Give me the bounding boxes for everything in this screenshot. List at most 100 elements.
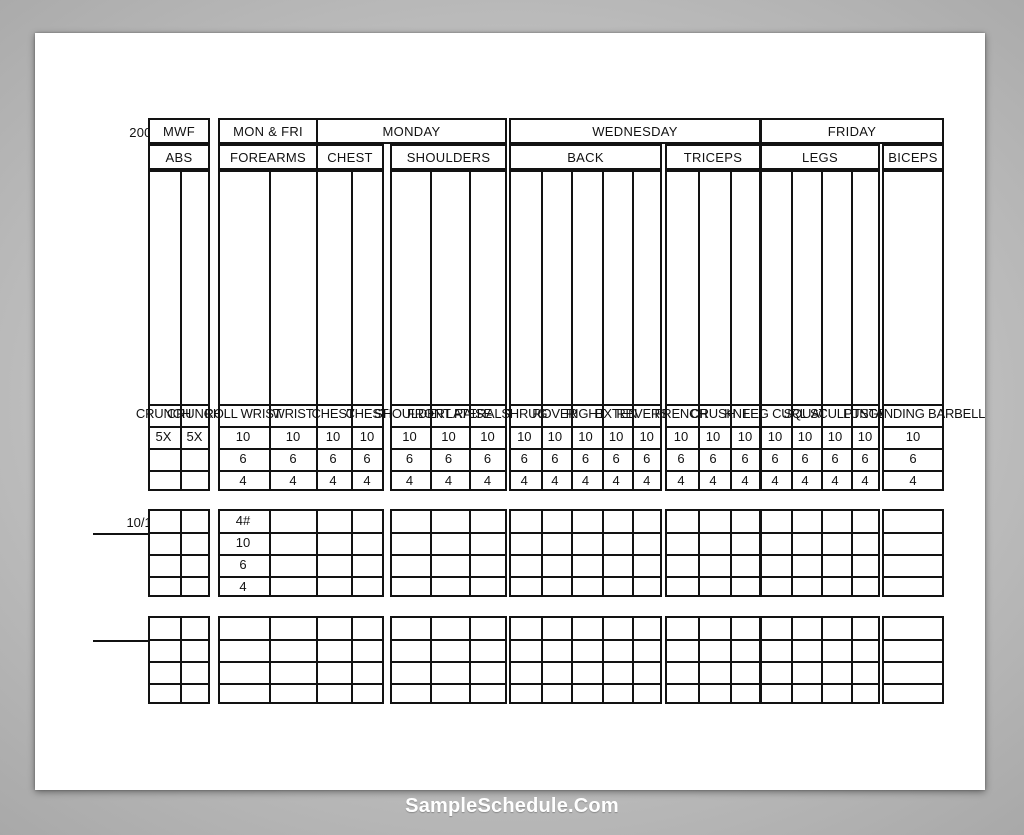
log-cell-1-back-r0-c4[interactable]	[631, 616, 662, 638]
rep-cell-shoulders-r0-c1[interactable]: 10	[429, 425, 468, 447]
rep-cell-back-r0-c2[interactable]: 10	[570, 425, 601, 447]
log-cell-0-chest-r3-c0[interactable]	[316, 575, 350, 597]
log-cell-0-shoulders-r0-c1[interactable]	[429, 509, 468, 531]
log-cell-0-back-r1-c3[interactable]	[601, 531, 632, 553]
rep-cell-back-r2-c2[interactable]: 4	[570, 469, 601, 491]
log-cell-0-shoulders-r1-c0[interactable]	[390, 531, 429, 553]
log-cell-1-forearms-r0-c0[interactable]	[218, 616, 268, 638]
log-cell-1-back-r3-c2[interactable]	[570, 682, 601, 704]
log-cell-1-shoulders-r1-c1[interactable]	[429, 638, 468, 660]
rep-cell-legs-r0-c1[interactable]: 10	[790, 425, 820, 447]
rep-cell-shoulders-r2-c1[interactable]: 4	[429, 469, 468, 491]
rep-cell-legs-r0-c3[interactable]: 10	[850, 425, 880, 447]
log-cell-0-back-r1-c2[interactable]	[570, 531, 601, 553]
log-cell-0-legs-r2-c3[interactable]	[850, 553, 880, 575]
rep-cell-biceps-r1-c0[interactable]: 6	[882, 447, 944, 469]
log-cell-0-back-r2-c1[interactable]	[540, 553, 571, 575]
log-cell-0-legs-r3-c1[interactable]	[790, 575, 820, 597]
log-cell-1-abs-r1-c0[interactable]	[148, 638, 179, 660]
log-cell-1-back-r0-c2[interactable]	[570, 616, 601, 638]
log-cell-0-shoulders-r2-c0[interactable]	[390, 553, 429, 575]
log-cell-1-chest-r1-c0[interactable]	[316, 638, 350, 660]
log-cell-0-forearms-r3-c0[interactable]: 4	[218, 575, 268, 597]
log-cell-1-legs-r3-c3[interactable]	[850, 682, 880, 704]
log-cell-0-shoulders-r0-c0[interactable]	[390, 509, 429, 531]
log-cell-0-triceps-r3-c1[interactable]	[697, 575, 729, 597]
log-cell-1-legs-r1-c3[interactable]	[850, 638, 880, 660]
log-cell-1-legs-r3-c2[interactable]	[820, 682, 850, 704]
rep-cell-back-r0-c1[interactable]: 10	[540, 425, 571, 447]
log-cell-0-forearms-r3-c1[interactable]	[268, 575, 318, 597]
log-cell-1-forearms-r3-c1[interactable]	[268, 682, 318, 704]
log-cell-1-shoulders-r2-c2[interactable]	[468, 660, 507, 682]
rep-cell-back-r1-c1[interactable]: 6	[540, 447, 571, 469]
rep-cell-chest-r1-c0[interactable]: 6	[316, 447, 350, 469]
log-cell-0-forearms-r2-c0[interactable]: 6	[218, 553, 268, 575]
rep-cell-triceps-r1-c1[interactable]: 6	[697, 447, 729, 469]
rep-cell-back-r0-c4[interactable]: 10	[631, 425, 662, 447]
rep-cell-triceps-r2-c1[interactable]: 4	[697, 469, 729, 491]
log-cell-1-back-r3-c0[interactable]	[509, 682, 540, 704]
rep-cell-forearms-r0-c0[interactable]: 10	[218, 425, 268, 447]
log-cell-0-triceps-r0-c0[interactable]	[665, 509, 697, 531]
log-cell-0-back-r0-c2[interactable]	[570, 509, 601, 531]
rep-cell-biceps-r2-c0[interactable]: 4	[882, 469, 944, 491]
rep-cell-legs-r1-c2[interactable]: 6	[820, 447, 850, 469]
log-cell-0-back-r0-c1[interactable]	[540, 509, 571, 531]
log-cell-0-back-r3-c1[interactable]	[540, 575, 571, 597]
log-cell-0-forearms-r2-c1[interactable]	[268, 553, 318, 575]
log-cell-1-legs-r1-c0[interactable]	[760, 638, 790, 660]
log-cell-1-chest-r0-c1[interactable]	[350, 616, 384, 638]
log-cell-1-forearms-r2-c1[interactable]	[268, 660, 318, 682]
log-cell-0-legs-r1-c3[interactable]	[850, 531, 880, 553]
rep-cell-back-r2-c4[interactable]: 4	[631, 469, 662, 491]
log-cell-1-legs-r3-c0[interactable]	[760, 682, 790, 704]
log-cell-1-forearms-r3-c0[interactable]	[218, 682, 268, 704]
log-cell-1-chest-r1-c1[interactable]	[350, 638, 384, 660]
rep-cell-forearms-r1-c1[interactable]: 6	[268, 447, 318, 469]
log-cell-0-triceps-r3-c2[interactable]	[729, 575, 761, 597]
log-cell-0-back-r0-c3[interactable]	[601, 509, 632, 531]
log-cell-0-back-r2-c4[interactable]	[631, 553, 662, 575]
rep-cell-triceps-r1-c2[interactable]: 6	[729, 447, 761, 469]
rep-cell-back-r2-c3[interactable]: 4	[601, 469, 632, 491]
rep-cell-abs-r0-c0[interactable]: 5X	[148, 425, 179, 447]
log-cell-0-legs-r0-c1[interactable]	[790, 509, 820, 531]
log-cell-0-triceps-r1-c2[interactable]	[729, 531, 761, 553]
rep-cell-back-r0-c3[interactable]: 10	[601, 425, 632, 447]
rep-cell-triceps-r0-c1[interactable]: 10	[697, 425, 729, 447]
rep-cell-legs-r0-c0[interactable]: 10	[760, 425, 790, 447]
log-cell-1-shoulders-r3-c2[interactable]	[468, 682, 507, 704]
log-cell-1-legs-r2-c2[interactable]	[820, 660, 850, 682]
rep-cell-shoulders-r2-c0[interactable]: 4	[390, 469, 429, 491]
rep-cell-back-r1-c0[interactable]: 6	[509, 447, 540, 469]
log-cell-1-triceps-r2-c1[interactable]	[697, 660, 729, 682]
log-cell-1-back-r2-c0[interactable]	[509, 660, 540, 682]
log-cell-1-shoulders-r0-c2[interactable]	[468, 616, 507, 638]
log-cell-1-abs-r0-c1[interactable]	[179, 616, 210, 638]
rep-cell-legs-r2-c0[interactable]: 4	[760, 469, 790, 491]
log-cell-1-abs-r0-c0[interactable]	[148, 616, 179, 638]
log-cell-0-abs-r0-c0[interactable]	[148, 509, 179, 531]
rep-cell-abs-r1-c1[interactable]	[179, 447, 210, 469]
log-cell-0-back-r1-c0[interactable]	[509, 531, 540, 553]
log-cell-1-legs-r1-c1[interactable]	[790, 638, 820, 660]
log-cell-1-legs-r2-c3[interactable]	[850, 660, 880, 682]
log-cell-1-abs-r3-c0[interactable]	[148, 682, 179, 704]
rep-cell-abs-r2-c0[interactable]	[148, 469, 179, 491]
log-cell-0-forearms-r1-c0[interactable]: 10	[218, 531, 268, 553]
log-cell-1-triceps-r1-c0[interactable]	[665, 638, 697, 660]
log-cell-1-chest-r2-c1[interactable]	[350, 660, 384, 682]
rep-cell-chest-r0-c0[interactable]: 10	[316, 425, 350, 447]
rep-cell-forearms-r1-c0[interactable]: 6	[218, 447, 268, 469]
log-cell-1-back-r2-c3[interactable]	[601, 660, 632, 682]
log-cell-0-legs-r0-c0[interactable]	[760, 509, 790, 531]
rep-cell-triceps-r0-c2[interactable]: 10	[729, 425, 761, 447]
log-cell-1-chest-r0-c0[interactable]	[316, 616, 350, 638]
log-cell-1-abs-r1-c1[interactable]	[179, 638, 210, 660]
log-cell-1-triceps-r1-c1[interactable]	[697, 638, 729, 660]
log-cell-0-chest-r1-c1[interactable]	[350, 531, 384, 553]
log-cell-1-triceps-r3-c0[interactable]	[665, 682, 697, 704]
log-cell-0-abs-r3-c0[interactable]	[148, 575, 179, 597]
log-cell-1-abs-r2-c1[interactable]	[179, 660, 210, 682]
